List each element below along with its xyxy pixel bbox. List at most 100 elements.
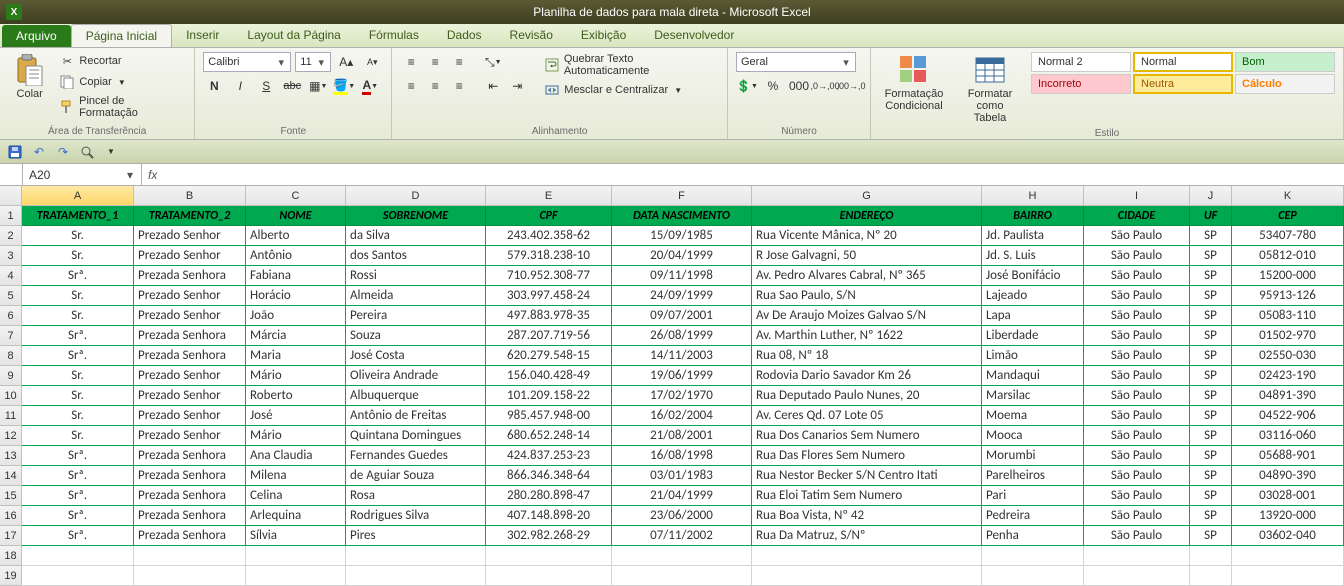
data-cell[interactable]: 07/11/2002: [612, 526, 752, 546]
font-size-combo[interactable]: 11▾: [295, 52, 331, 72]
data-cell[interactable]: Rua Sao Paulo, S/N: [752, 286, 982, 306]
data-cell[interactable]: Prezado Senhor: [134, 406, 246, 426]
empty-cell[interactable]: [246, 566, 346, 586]
data-cell[interactable]: Horácio: [246, 286, 346, 306]
conditional-formatting-button[interactable]: Formatação Condicional: [879, 52, 949, 114]
data-cell[interactable]: SP: [1190, 366, 1232, 386]
data-cell[interactable]: SP: [1190, 326, 1232, 346]
data-cell[interactable]: Ana Claudia: [246, 446, 346, 466]
data-cell[interactable]: São Paulo: [1084, 386, 1190, 406]
data-cell[interactable]: São Paulo: [1084, 506, 1190, 526]
data-cell[interactable]: Antônio: [246, 246, 346, 266]
data-cell[interactable]: SP: [1190, 266, 1232, 286]
col-header[interactable]: A: [22, 186, 134, 206]
data-cell[interactable]: Quintana Domingues: [346, 426, 486, 446]
data-cell[interactable]: Albuquerque: [346, 386, 486, 406]
data-cell[interactable]: 303.997.458-24: [486, 286, 612, 306]
data-cell[interactable]: São Paulo: [1084, 466, 1190, 486]
column-header-cell[interactable]: UF: [1190, 206, 1232, 226]
tab-p-gina-inicial[interactable]: Página Inicial: [71, 24, 172, 47]
data-cell[interactable]: 579.318.238-10: [486, 246, 612, 266]
data-cell[interactable]: 20/04/1999: [612, 246, 752, 266]
data-cell[interactable]: Prezado Senhor: [134, 426, 246, 446]
data-cell[interactable]: Av De Araujo Moizes Galvao S/N: [752, 306, 982, 326]
data-cell[interactable]: 15200-000: [1232, 266, 1344, 286]
tab-dados[interactable]: Dados: [433, 24, 496, 47]
data-cell[interactable]: Mooca: [982, 426, 1084, 446]
data-cell[interactable]: 24/09/1999: [612, 286, 752, 306]
qat-customize-button[interactable]: ▼: [102, 143, 120, 161]
data-cell[interactable]: Rua Nestor Becker S/N Centro Itati: [752, 466, 982, 486]
data-cell[interactable]: 15/09/1985: [612, 226, 752, 246]
data-cell[interactable]: 05812-010: [1232, 246, 1344, 266]
data-cell[interactable]: Rua Dos Canarios Sem Numero: [752, 426, 982, 446]
data-cell[interactable]: Sr.: [22, 226, 134, 246]
redo-button[interactable]: ↷: [54, 143, 72, 161]
tab-layout-da-p-gina[interactable]: Layout da Página: [233, 24, 354, 47]
empty-cell[interactable]: [1190, 546, 1232, 566]
data-cell[interactable]: 680.652.248-14: [486, 426, 612, 446]
cut-button[interactable]: ✂ Recortar: [57, 52, 186, 70]
data-cell[interactable]: Pari: [982, 486, 1084, 506]
data-cell[interactable]: Liberdade: [982, 326, 1084, 346]
data-cell[interactable]: Mandaqui: [982, 366, 1084, 386]
data-cell[interactable]: Fabiana: [246, 266, 346, 286]
col-header[interactable]: C: [246, 186, 346, 206]
data-cell[interactable]: Srª.: [22, 326, 134, 346]
empty-cell[interactable]: [246, 546, 346, 566]
data-cell[interactable]: São Paulo: [1084, 246, 1190, 266]
data-cell[interactable]: 95913-126: [1232, 286, 1344, 306]
data-cell[interactable]: SP: [1190, 246, 1232, 266]
data-cell[interactable]: Sr.: [22, 386, 134, 406]
data-cell[interactable]: 156.040.428-49: [486, 366, 612, 386]
column-header-cell[interactable]: BAIRRO: [982, 206, 1084, 226]
col-header[interactable]: K: [1232, 186, 1344, 206]
data-cell[interactable]: José Costa: [346, 346, 486, 366]
empty-cell[interactable]: [982, 566, 1084, 586]
data-cell[interactable]: Rua 08, Nº 18: [752, 346, 982, 366]
data-cell[interactable]: SP: [1190, 286, 1232, 306]
data-cell[interactable]: São Paulo: [1084, 226, 1190, 246]
italic-button[interactable]: I: [229, 76, 251, 96]
data-cell[interactable]: Sr.: [22, 406, 134, 426]
empty-cell[interactable]: [134, 566, 246, 586]
data-cell[interactable]: Prezada Senhora: [134, 446, 246, 466]
data-cell[interactable]: SP: [1190, 506, 1232, 526]
wrap-text-button[interactable]: Quebrar Texto Automaticamente: [542, 52, 719, 78]
data-cell[interactable]: Lapa: [982, 306, 1084, 326]
column-header-cell[interactable]: TRATAMENTO_2: [134, 206, 246, 226]
empty-cell[interactable]: [486, 566, 612, 586]
col-header[interactable]: E: [486, 186, 612, 206]
data-cell[interactable]: João: [246, 306, 346, 326]
data-cell[interactable]: São Paulo: [1084, 266, 1190, 286]
data-cell[interactable]: Souza: [346, 326, 486, 346]
data-cell[interactable]: Sr.: [22, 306, 134, 326]
borders-button[interactable]: ▦▼: [307, 76, 329, 96]
data-cell[interactable]: SP: [1190, 226, 1232, 246]
align-left-button[interactable]: ≡: [400, 76, 422, 96]
empty-cell[interactable]: [1232, 566, 1344, 586]
data-cell[interactable]: Srª.: [22, 506, 134, 526]
data-cell[interactable]: Prezada Senhora: [134, 506, 246, 526]
data-cell[interactable]: 243.402.358-62: [486, 226, 612, 246]
tab-revis-o[interactable]: Revisão: [496, 24, 567, 47]
data-cell[interactable]: Rodrigues Silva: [346, 506, 486, 526]
data-cell[interactable]: São Paulo: [1084, 366, 1190, 386]
data-cell[interactable]: Rua Vicente Mânica, Nº 20: [752, 226, 982, 246]
data-cell[interactable]: Moema: [982, 406, 1084, 426]
data-cell[interactable]: 26/08/1999: [612, 326, 752, 346]
data-cell[interactable]: 03/01/1983: [612, 466, 752, 486]
data-cell[interactable]: de Aguiar Souza: [346, 466, 486, 486]
data-cell[interactable]: 03602-040: [1232, 526, 1344, 546]
strikethrough-button[interactable]: abc: [281, 76, 303, 96]
data-cell[interactable]: 21/04/1999: [612, 486, 752, 506]
data-cell[interactable]: Pedreira: [982, 506, 1084, 526]
data-cell[interactable]: 03116-060: [1232, 426, 1344, 446]
empty-cell[interactable]: [982, 546, 1084, 566]
row-header[interactable]: 14: [0, 466, 22, 486]
data-cell[interactable]: 14/11/2003: [612, 346, 752, 366]
data-cell[interactable]: Av. Marthin Luther, Nº 1622: [752, 326, 982, 346]
empty-cell[interactable]: [22, 546, 134, 566]
empty-cell[interactable]: [134, 546, 246, 566]
data-cell[interactable]: Celina: [246, 486, 346, 506]
